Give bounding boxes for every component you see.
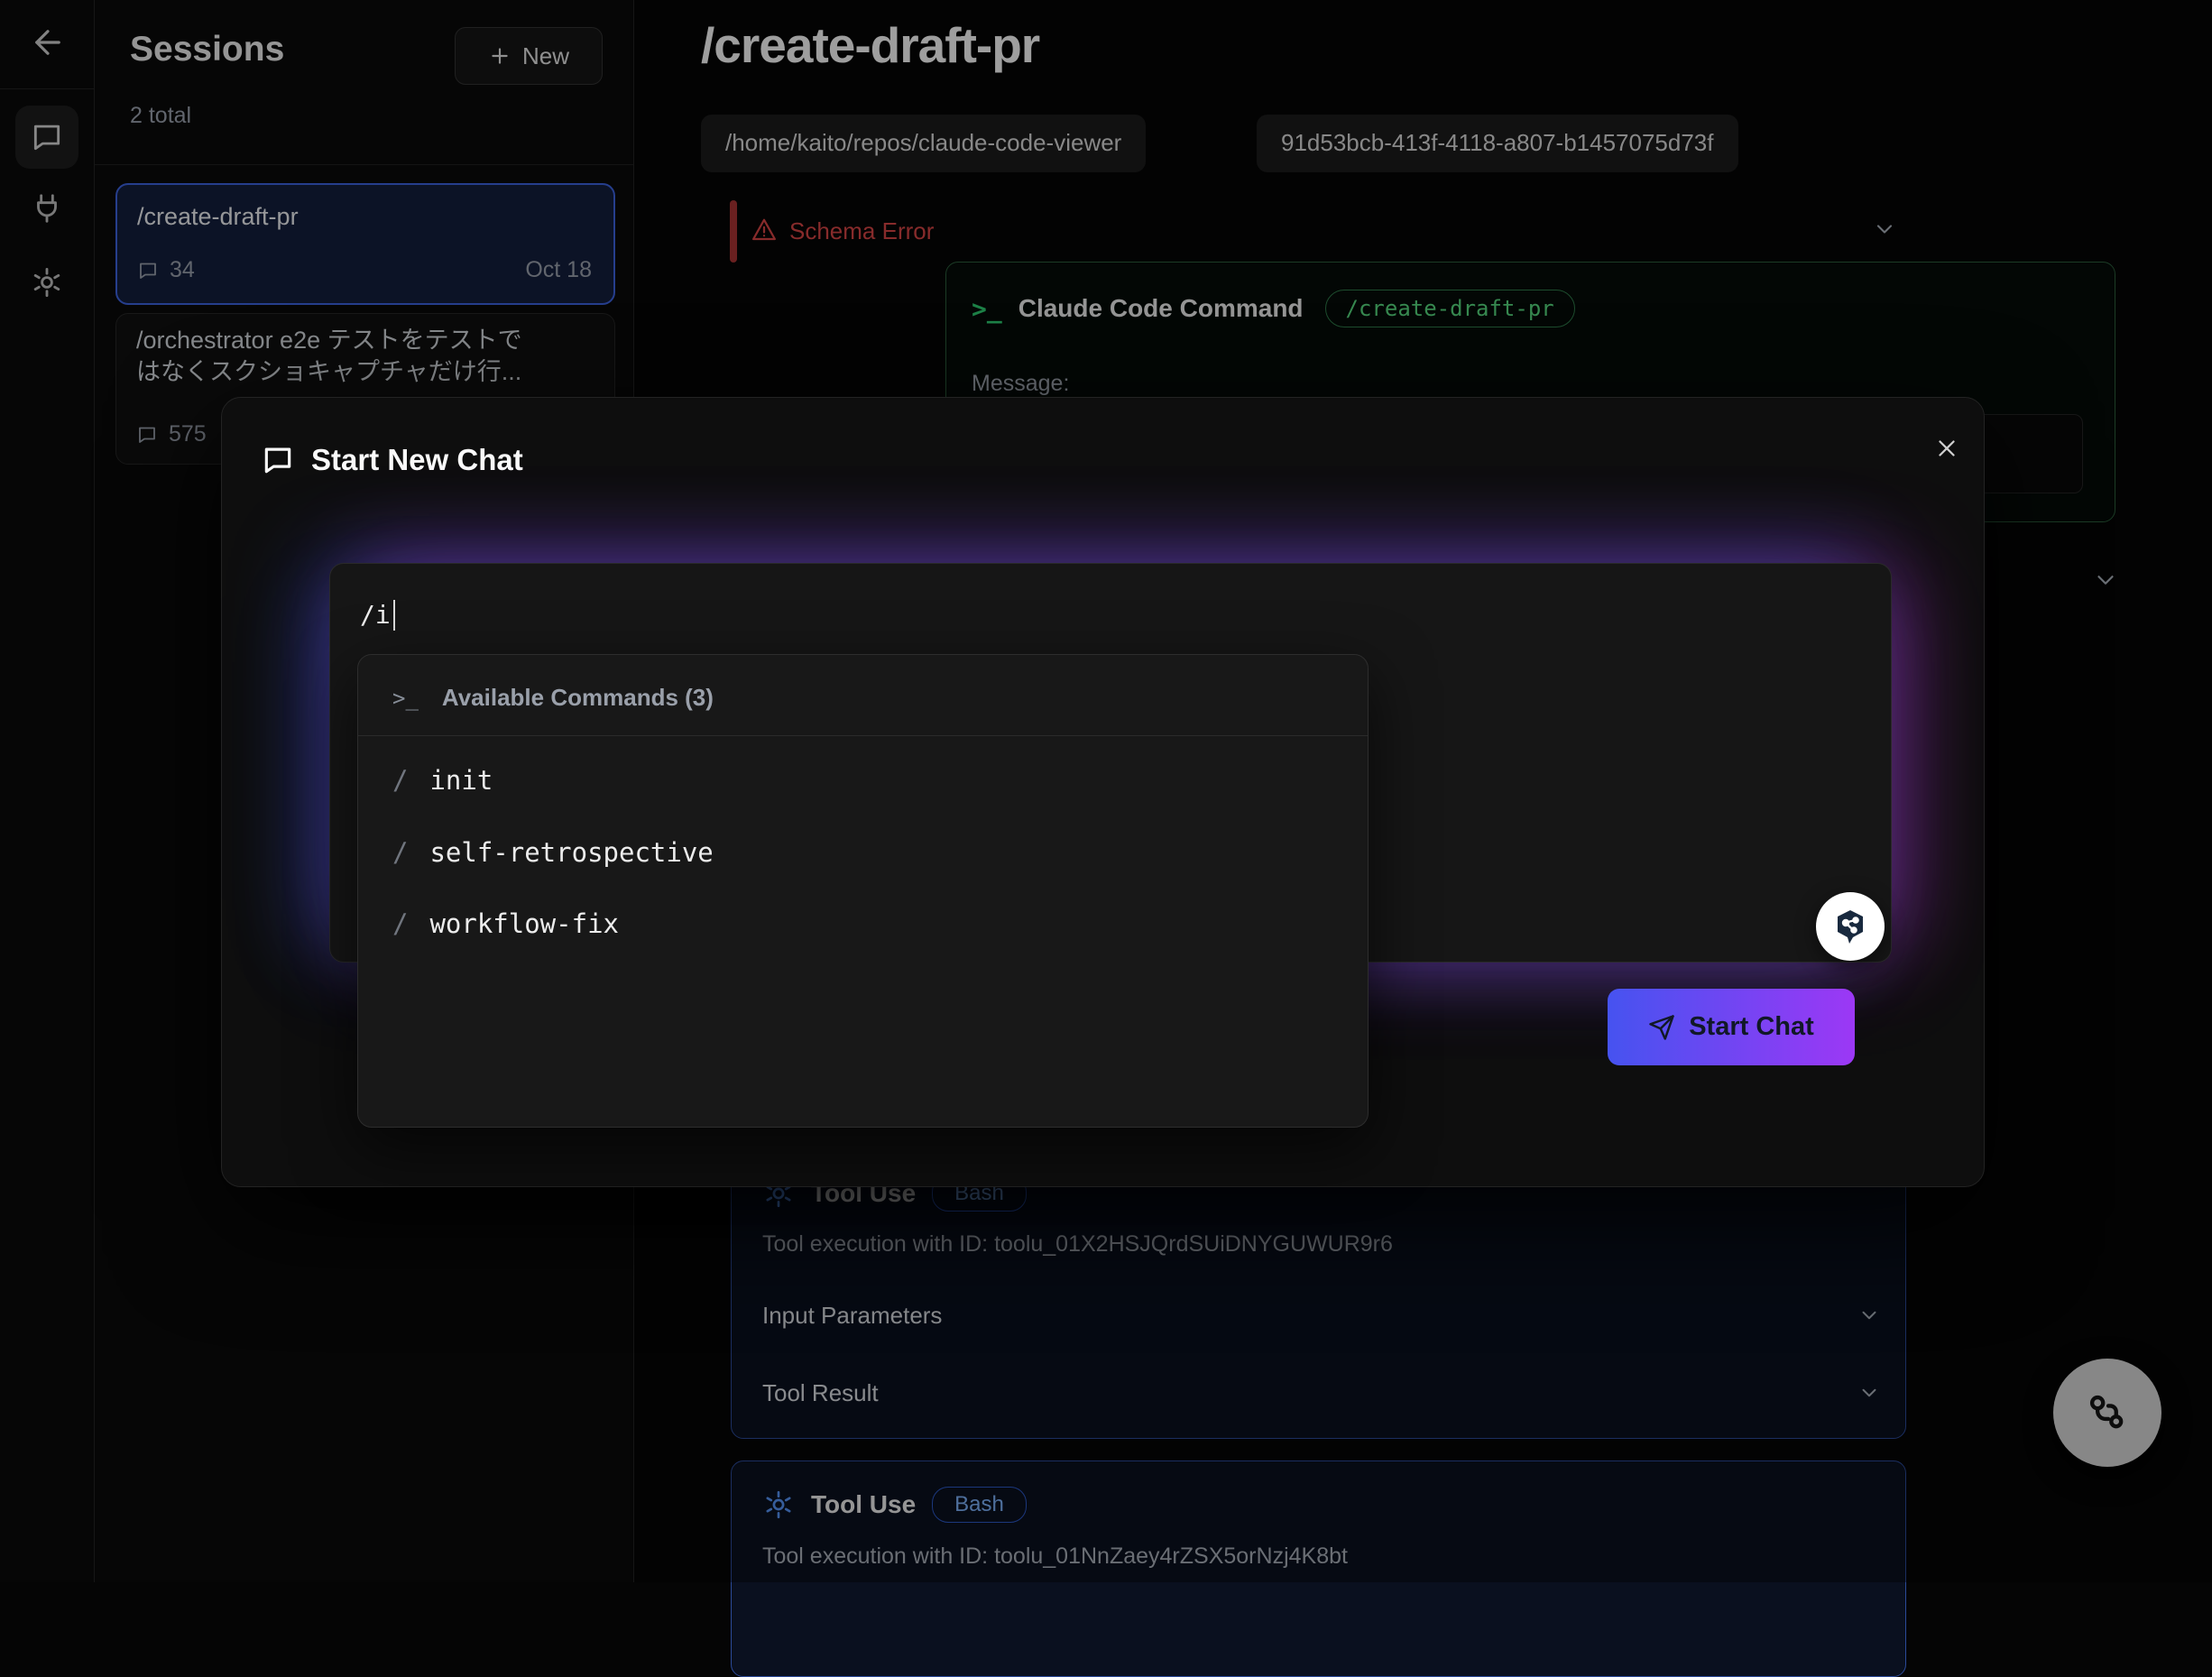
- dropdown-header: >_ Available Commands (3): [392, 684, 714, 712]
- start-new-chat-dialog: Start New Chat /i >_ Available Commands …: [221, 397, 1985, 1187]
- dropdown-divider: [358, 735, 1368, 736]
- start-chat-button[interactable]: Start Chat: [1608, 989, 1855, 1065]
- close-button[interactable]: [1927, 428, 1967, 468]
- command-autocomplete-dropdown: >_ Available Commands (3) / init / self-…: [357, 654, 1369, 1128]
- start-chat-label: Start Chat: [1689, 1012, 1814, 1042]
- dialog-header: Start New Chat: [261, 443, 523, 477]
- command-option-self-retrospective[interactable]: / self-retrospective: [392, 837, 714, 868]
- chat-input-value: /i: [360, 600, 395, 631]
- dialog-title: Start New Chat: [311, 443, 523, 477]
- command-option-workflow-fix[interactable]: / workflow-fix: [392, 908, 619, 939]
- share-bubble-icon: [1829, 905, 1872, 948]
- command-option-init[interactable]: / init: [392, 765, 493, 796]
- text-cursor: [393, 600, 395, 631]
- terminal-prompt-icon: >_: [392, 686, 419, 711]
- close-icon: [1933, 435, 1960, 462]
- available-commands-label: Available Commands (3): [442, 684, 714, 712]
- send-icon: [1648, 1014, 1675, 1041]
- chat-bubble-icon: [261, 443, 295, 477]
- share-chat-button[interactable]: [1816, 892, 1885, 961]
